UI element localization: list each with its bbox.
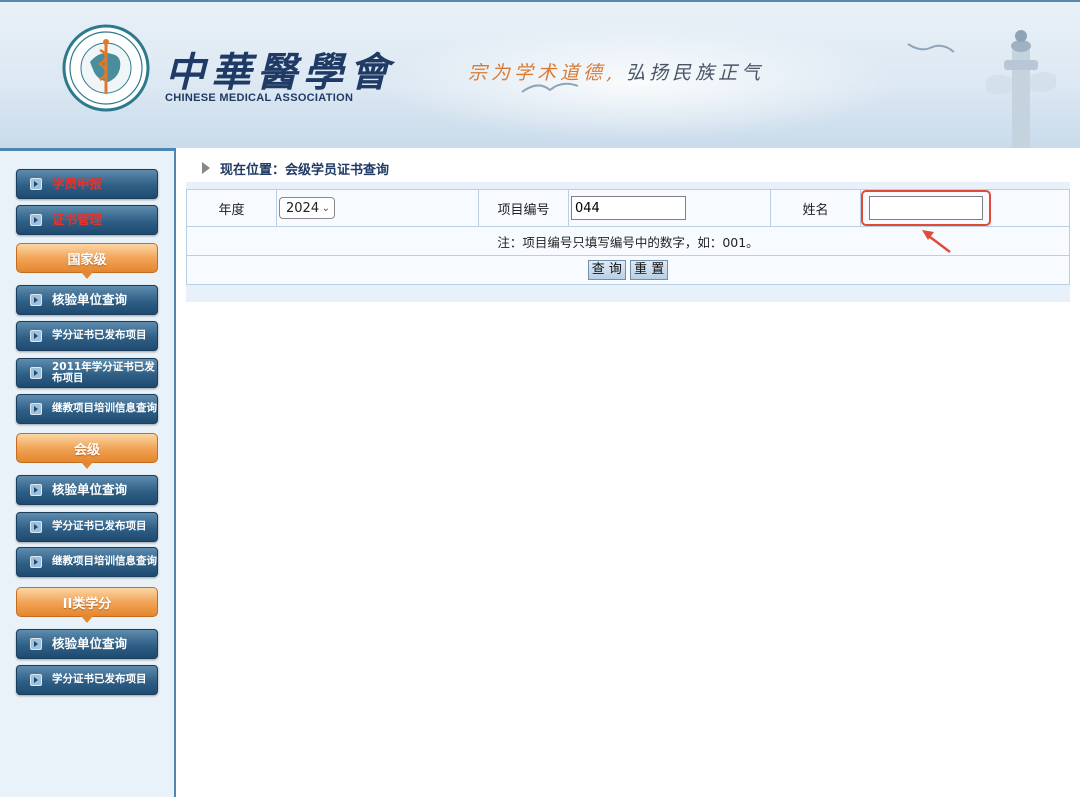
breadcrumb-text: 现在位置：会级学员证书查询 (220, 162, 390, 178)
sidebar-item-label: 学分证书已发布项目 (52, 673, 147, 686)
project-number-cell (568, 189, 771, 227)
form-row-buttons: 查 询 重 置 (186, 255, 1070, 285)
section-header-national: 国家级 (16, 243, 158, 279)
sidebar-item-label: 核验单位查询 (52, 292, 128, 308)
brand-name-english: CHINESE MEDICAL ASSOCIATION (165, 92, 354, 104)
name-label: 姓名 (770, 189, 861, 227)
sidebar-item-training-info-query[interactable]: 继教项目培训信息查询 (16, 394, 158, 424)
sidebar-item-verification-unit-query[interactable]: 核验单位查询 (16, 285, 158, 315)
chevron-down-icon: ⌄ (321, 202, 330, 214)
sidebar-item-label: 2011年学分证书已发布项目 (52, 360, 155, 384)
sidebar: 学员申报 证书管理 国家级 核验单位查询 学分证书已发布项目 2011年学分证书… (0, 148, 176, 797)
sidebar-item-verification-unit-query[interactable]: 核验单位查询 (16, 475, 158, 505)
arrow-right-icon (30, 638, 42, 650)
sidebar-item-label: 学分证书已发布项目 (52, 520, 147, 533)
site-header: 中華醫學會 CHINESE MEDICAL ASSOCIATION 宗为学术道德… (0, 0, 1080, 148)
arrow-right-icon (30, 294, 42, 306)
sidebar-item-verification-unit-query[interactable]: 核验单位查询 (16, 629, 158, 659)
year-cell: 2024 ⌄ (276, 189, 479, 227)
triangle-right-icon (202, 162, 210, 174)
sidebar-item-label: 核验单位查询 (52, 482, 128, 498)
main-content: 现在位置：会级学员证书查询 年度 2024 ⌄ 项目编号 姓名 (176, 148, 1080, 797)
association-emblem-icon (62, 24, 150, 112)
header-motto: 宗为学术道德, 弘扬民族正气 (468, 58, 764, 85)
sidebar-item-published-credit-projects[interactable]: 学分证书已发布项目 (16, 512, 158, 542)
bird-icon (907, 43, 955, 53)
huabiao-pillar-icon (986, 30, 1056, 148)
arrow-right-icon (30, 330, 42, 342)
arrow-right-icon (30, 674, 42, 686)
arrow-right-icon (30, 556, 42, 568)
sidebar-item-label: 核验单位查询 (52, 636, 128, 652)
arrow-right-icon (30, 521, 42, 533)
sidebar-item-label: 学员申报 (52, 176, 103, 192)
motto-part-2: 弘扬民族正气 (626, 62, 765, 84)
sidebar-item-published-credit-projects[interactable]: 学分证书已发布项目 (16, 665, 158, 695)
arrow-right-icon (30, 403, 42, 415)
annotation-arrow-icon (922, 230, 951, 253)
sidebar-item-label: 证书管理 (52, 212, 103, 228)
year-select[interactable]: 2024 ⌄ (279, 197, 335, 219)
name-input[interactable] (869, 196, 983, 220)
bird-icon (521, 82, 579, 93)
sidebar-item-label: 继教项目培训信息查询 (52, 555, 157, 568)
sidebar-item-2011-published-projects[interactable]: 2011年学分证书已发布项目 (16, 358, 158, 388)
year-select-value: 2024 (286, 200, 320, 216)
year-label: 年度 (186, 189, 277, 227)
section-header-class-ii-credits: II类学分 (16, 587, 158, 623)
name-cell (860, 189, 1070, 227)
arrow-right-icon (30, 367, 42, 379)
sidebar-item-training-info-query[interactable]: 继教项目培训信息查询 (16, 547, 158, 577)
breadcrumb: 现在位置：会级学员证书查询 (186, 154, 1070, 182)
sidebar-item-label: 继教项目培训信息查询 (52, 402, 157, 415)
name-input-highlight (861, 190, 991, 226)
sidebar-item-certificate-management[interactable]: 证书管理 (16, 205, 158, 235)
form-buttons-cell: 查 询 重 置 (186, 255, 1070, 285)
section-header-association: 会级 (16, 433, 158, 469)
arrow-right-icon (30, 484, 42, 496)
brand-name-chinese: 中華醫學會 (165, 49, 395, 96)
sidebar-item-published-credit-projects[interactable]: 学分证书已发布项目 (16, 321, 158, 351)
form-row-fields: 年度 2024 ⌄ 项目编号 姓名 (186, 189, 1070, 227)
sidebar-item-label: 学分证书已发布项目 (52, 329, 147, 342)
project-number-label: 项目编号 (478, 189, 569, 227)
reset-button[interactable]: 重 置 (630, 260, 669, 280)
arrow-right-icon (30, 214, 42, 226)
project-number-input[interactable] (571, 196, 686, 220)
query-button[interactable]: 查 询 (587, 260, 626, 280)
arrow-right-icon (30, 178, 42, 190)
sidebar-item-student-declaration[interactable]: 学员申报 (16, 169, 158, 199)
